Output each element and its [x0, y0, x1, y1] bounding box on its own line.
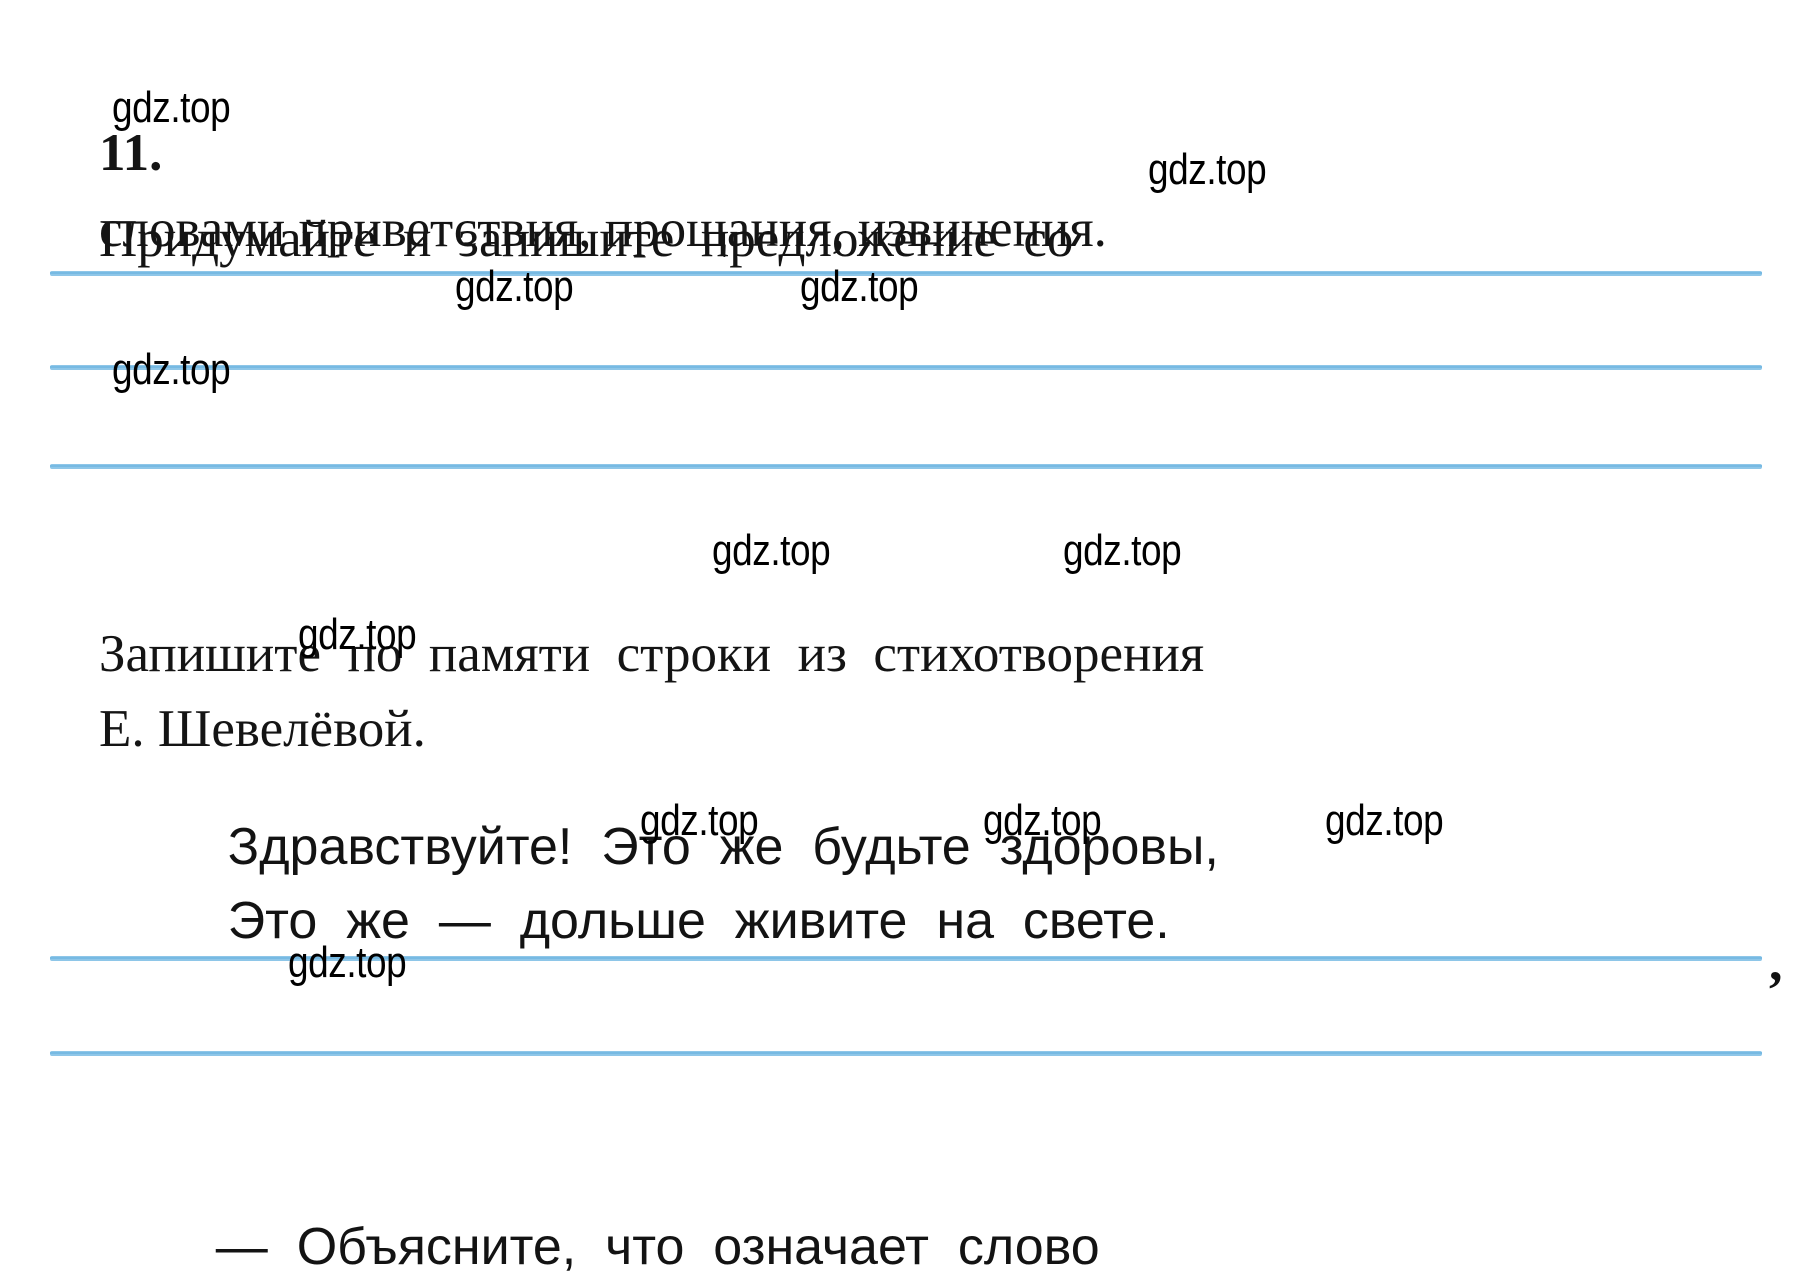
- worksheet-page: 11. Придумайте и запишите предложение со…: [0, 0, 1797, 1276]
- question-line-2: здравствуй.: [52, 1210, 420, 1276]
- trailing-comma-mark: ,: [1769, 935, 1783, 989]
- answer-line-1[interactable]: [50, 271, 1762, 276]
- poem-line-2: Это же — дольше живите на свете.: [170, 810, 1170, 1032]
- answer-line-3[interactable]: [50, 464, 1762, 469]
- trailing-comma-glyph: ,: [1769, 932, 1783, 992]
- poem-line-2-text: Это же — дольше живите на свете.: [227, 892, 1170, 950]
- exercise-prompt-line-2-wrap: словами приветствия, прощания, извинения…: [46, 100, 1758, 358]
- exercise-prompt-line-2: словами приветствия, прощания, извинения…: [99, 200, 1107, 258]
- answer-line-2[interactable]: [50, 365, 1762, 370]
- answer-line-5[interactable]: [50, 1051, 1762, 1056]
- answer-line-4[interactable]: [50, 956, 1762, 961]
